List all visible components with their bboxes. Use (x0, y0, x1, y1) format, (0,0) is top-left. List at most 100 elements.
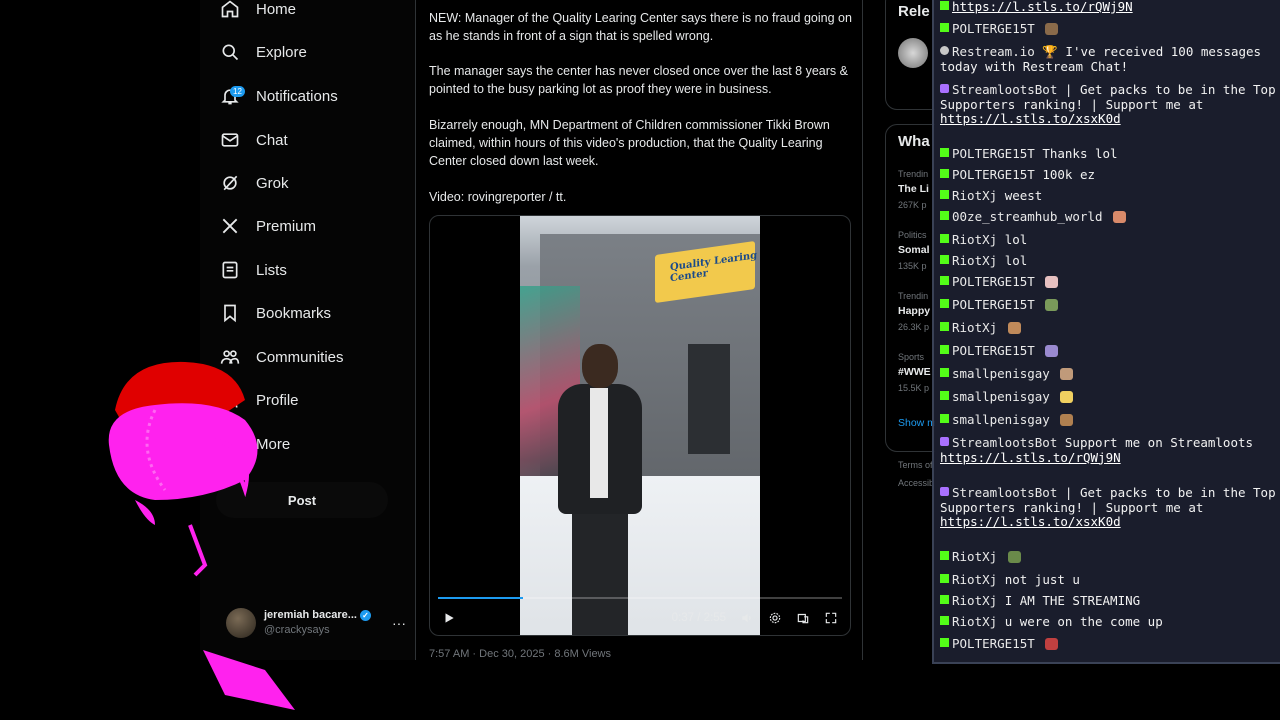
people-icon (220, 350, 240, 364)
trend-title[interactable]: Happy (898, 305, 930, 317)
chat-username[interactable]: RiotXj (952, 188, 997, 203)
list-icon (222, 261, 238, 279)
avatar[interactable] (898, 38, 928, 68)
chat-username[interactable]: Restream.io (952, 44, 1035, 59)
chat-text: Thanks lol (1042, 146, 1118, 161)
nav-explore[interactable]: Explore (220, 32, 307, 72)
trend-title[interactable]: #WWE (898, 366, 931, 378)
video-player[interactable]: Quality Learing Center 0:37 / 2:55 (429, 215, 851, 636)
chat-emote-icon (1007, 551, 1021, 563)
chat-link[interactable]: https://l.stls.to/rQWj9N (940, 450, 1121, 465)
nav-chat[interactable]: Chat (220, 120, 288, 160)
chat-username[interactable]: POLTERGE15T (952, 274, 1035, 289)
kick-platform-icon (940, 190, 949, 199)
chat-username[interactable]: StreamlootsBot (952, 485, 1057, 500)
nav-premium[interactable]: Premium (220, 206, 316, 246)
nav-notifications[interactable]: 12 Notifications (220, 76, 338, 116)
chat-emote-icon (1045, 276, 1059, 288)
search-icon (222, 44, 239, 61)
relevant-people-heading: Rele (898, 3, 930, 20)
grok-icon (223, 175, 238, 191)
trend-category: Politics (898, 230, 927, 240)
chat-username[interactable]: POLTERGE15T (952, 343, 1035, 358)
chat-emote-icon (1045, 345, 1059, 357)
trend-title[interactable]: Somal (898, 244, 930, 256)
person-icon (222, 392, 238, 408)
chat-message: RiotXj lol (940, 232, 1276, 248)
settings-gear-icon[interactable] (768, 611, 782, 625)
footer-link-terms[interactable]: Terms of (898, 460, 933, 470)
kick-platform-icon (940, 211, 949, 220)
trend-category: Trendin (898, 291, 929, 301)
chat-link[interactable]: https://l.stls.to/rQWj9N (952, 0, 1133, 14)
video-time: 0:37 / 2:55 (671, 612, 726, 624)
chat-message: RiotXj I AM THE STREAMING (940, 593, 1276, 609)
nav-bookmarks[interactable]: Bookmarks (220, 293, 331, 333)
account-display-name: jeremiah bacare... (264, 609, 357, 621)
footer-link-accessibility[interactable]: Accessib (898, 478, 934, 488)
nav-profile[interactable]: Profile (220, 380, 299, 420)
nav-communities[interactable]: Communities (220, 337, 344, 377)
chat-username[interactable]: StreamlootsBot (952, 82, 1057, 97)
chat-username[interactable]: RiotXj (952, 549, 997, 564)
chat-username[interactable]: RiotXj (952, 320, 997, 335)
account-switcher[interactable]: jeremiah bacare... ✓ @crackysays ··· (226, 604, 406, 642)
chat-message: https://l.stls.to/rQWj9N (940, 0, 1276, 15)
video-progress-bar[interactable] (438, 597, 842, 599)
sidebar: Home Explore 12 Notifications Chat Grok … (200, 0, 415, 660)
chat-username[interactable]: POLTERGE15T (952, 21, 1035, 36)
chat-username[interactable]: RiotXj (952, 593, 997, 608)
post-text-paragraph: Bizarrely enough, MN Department of Child… (429, 118, 830, 168)
kick-platform-icon (940, 638, 949, 647)
chat-username[interactable]: RiotXj (952, 253, 997, 268)
nav-home[interactable]: Home (220, 0, 296, 29)
kick-platform-icon (940, 391, 949, 400)
chat-username[interactable]: smallpenisgay (952, 366, 1050, 381)
nav-label-explore: Explore (256, 43, 307, 61)
fullscreen-icon[interactable] (824, 611, 838, 625)
play-icon[interactable] (442, 611, 456, 625)
nav-label-lists: Lists (256, 261, 287, 279)
trend-title[interactable]: The Li (898, 183, 929, 195)
trend-category: Sports (898, 352, 925, 362)
post-button[interactable]: Post (216, 482, 388, 518)
nav-label-grok: Grok (256, 174, 289, 192)
chat-text: lol (1004, 253, 1028, 268)
chat-emote-icon (1045, 638, 1059, 650)
whats-happening-heading: Wha (898, 133, 930, 150)
chat-username[interactable]: smallpenisgay (952, 412, 1050, 427)
chat-username[interactable]: POLTERGE15T (952, 636, 1035, 651)
chat-link[interactable]: https://l.stls.to/xsxK0d (940, 514, 1121, 529)
chat-username[interactable]: POLTERGE15T (952, 167, 1035, 182)
chat-username[interactable]: POLTERGE15T (952, 297, 1035, 312)
chat-username[interactable]: RiotXj (952, 614, 997, 629)
twitch-platform-icon (940, 84, 949, 93)
chat-username[interactable]: RiotXj (952, 572, 997, 587)
chat-username[interactable]: POLTERGE15T (952, 146, 1035, 161)
kick-platform-icon (940, 148, 949, 157)
chat-username[interactable]: smallpenisgay (952, 389, 1050, 404)
pip-icon[interactable] (796, 611, 810, 625)
nav-more[interactable]: More (220, 424, 290, 464)
chat-message: RiotXj (940, 549, 1276, 565)
nav-label-notifications: Notifications (256, 87, 338, 105)
show-more-link[interactable]: Show m (898, 417, 935, 429)
chat-username[interactable]: RiotXj (952, 232, 997, 247)
volume-icon[interactable] (740, 611, 754, 625)
post-timestamp-views: 7:57 AM · Dec 30, 2025 · 8.6M Views (429, 648, 611, 660)
notifications-badge: 12 (230, 86, 245, 97)
avatar (226, 608, 256, 638)
kick-platform-icon (940, 551, 949, 560)
right-column: Rele Wha Trendin The Li 267K p Politics … (885, 0, 935, 660)
chat-username[interactable]: 00ze_streamhub_world (952, 209, 1103, 224)
nav-lists[interactable]: Lists (220, 250, 287, 290)
chat-message: POLTERGE15T (940, 636, 1276, 652)
nav-grok[interactable]: Grok (220, 163, 289, 203)
account-more-icon[interactable]: ··· (392, 615, 406, 631)
kick-platform-icon (940, 595, 949, 604)
chat-link[interactable]: https://l.stls.to/xsxK0d (940, 111, 1121, 126)
chat-message: Restream.io 🏆 I've received 100 messages… (940, 44, 1276, 74)
chat-message: POLTERGE15T (940, 343, 1276, 359)
chat-message: POLTERGE15T (940, 21, 1276, 37)
chat-username[interactable]: StreamlootsBot (952, 435, 1057, 450)
